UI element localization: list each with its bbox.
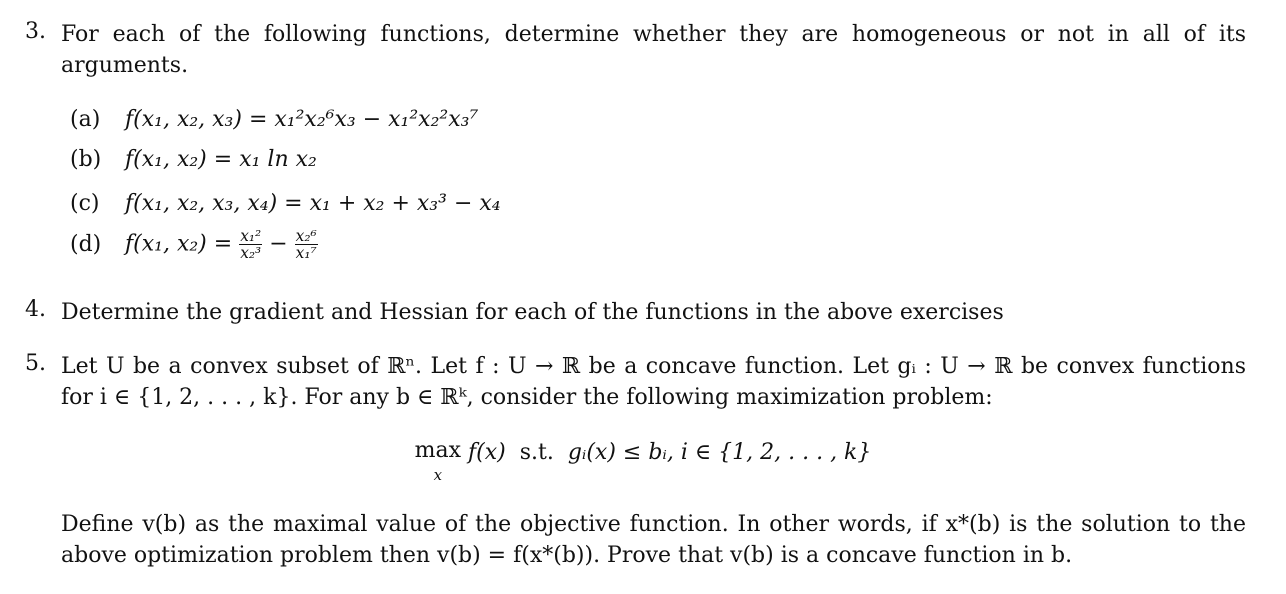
question-5: 5. Let U be a convex subset of ℝⁿ. Let f…: [25, 351, 1246, 413]
item-label: (b): [70, 147, 102, 172]
fraction-numerator: x₂⁶: [294, 227, 318, 246]
item-label: (a): [70, 107, 101, 132]
question-number: 3.: [25, 19, 46, 44]
question-number: 5.: [25, 351, 46, 376]
optimization-problem: max x f(x) s.t. gᵢ(x) ≤ bᵢ, i ∈ {1, 2, .…: [0, 440, 1286, 483]
function-rhs: x₁ ln x₂: [239, 147, 317, 172]
function-lhs: f(x₁, x₂, x₃, x₄) =: [125, 191, 303, 216]
max-subscript: x: [433, 466, 443, 484]
question-text: Determine the gradient and Hessian for e…: [61, 300, 1004, 325]
subject-to: s.t.: [519, 440, 554, 465]
fraction-denominator: x₁⁷: [295, 244, 317, 263]
item-b: (b) f(x₁, x₂) = x₁ ln x₂: [70, 147, 317, 172]
question-3: 3. For each of the following functions, …: [25, 19, 1246, 81]
question-4: 4. Determine the gradient and Hessian fo…: [25, 297, 1246, 328]
constraint: gᵢ(x) ≤ bᵢ, i ∈ {1, 2, . . . , k}: [567, 440, 872, 465]
function-rhs: x₁ + x₂ + x₃³ − x₄: [309, 191, 501, 216]
objective: f(x): [468, 440, 506, 465]
function-lhs: f(x₁, x₂) =: [125, 231, 233, 257]
max-operator: max x: [415, 440, 461, 483]
item-label: (c): [70, 191, 100, 216]
item-c: (c) f(x₁, x₂, x₃, x₄) = x₁ + x₂ + x₃³ − …: [70, 191, 501, 216]
question-text: For each of the following functions, det…: [61, 22, 1246, 78]
minus-sign: −: [269, 231, 288, 257]
question-text: Let U be a convex subset of ℝⁿ. Let f : …: [61, 354, 1246, 410]
question-text: Define v(b) as the maximal value of the …: [61, 512, 1246, 568]
item-d: (d) f(x₁, x₂) = x₁² x₂³ − x₂⁶ x₁⁷: [70, 228, 318, 261]
fraction-1: x₁² x₂³: [239, 227, 263, 263]
item-a: (a) f(x₁, x₂, x₃) = x₁²x₂⁶x₃ − x₁²x₂²x₃⁷: [70, 107, 478, 132]
fraction-2: x₂⁶ x₁⁷: [294, 227, 318, 263]
question-number: 4.: [25, 297, 46, 322]
function-rhs: x₁²x₂⁶x₃ − x₁²x₂²x₃⁷: [274, 107, 479, 132]
function-lhs: f(x₁, x₂) =: [125, 147, 233, 172]
item-label: (d): [70, 231, 102, 257]
question-5-conclusion: Define v(b) as the maximal value of the …: [25, 509, 1246, 571]
fraction-numerator: x₁²: [239, 227, 263, 246]
fraction-denominator: x₂³: [240, 244, 262, 263]
max-label: max: [414, 438, 461, 463]
function-lhs: f(x₁, x₂, x₃) =: [125, 107, 268, 132]
